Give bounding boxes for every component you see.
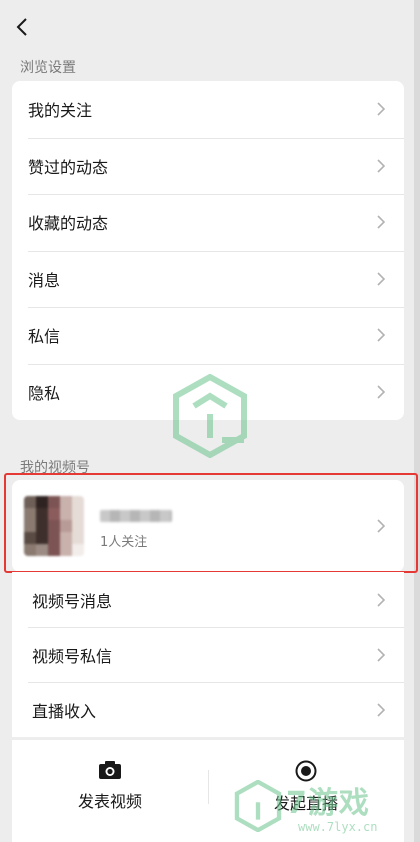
channel-profile-row[interactable]: 1人关注 [12, 480, 404, 572]
start-live-button[interactable]: 发起直播 [208, 740, 404, 842]
menu-item-label: 消息 [28, 270, 61, 290]
menu-item-channel-messages[interactable]: 视频号消息 [12, 572, 404, 627]
bottom-action-bar: 发表视频 发起直播 [12, 740, 404, 842]
chevron-right-icon [377, 385, 386, 399]
follower-count: 1人关注 [100, 535, 148, 550]
publish-video-button[interactable]: 发表视频 [12, 740, 208, 842]
avatar [24, 496, 84, 556]
menu-item-live-income[interactable]: 直播收入 [12, 682, 404, 737]
menu-item-label: 隐私 [28, 383, 61, 403]
menu-item-channel-private-messages[interactable]: 视频号私信 [12, 627, 404, 682]
channel-menu-list: 视频号消息 视频号私信 直播收入 [12, 572, 404, 737]
chevron-right-icon [377, 215, 386, 229]
menu-item-label: 直播收入 [32, 701, 97, 721]
section-title-browse-settings: 浏览设置 [20, 60, 76, 76]
chevron-right-icon [377, 519, 386, 533]
chevron-right-icon [377, 592, 386, 607]
chevron-right-icon [377, 647, 386, 662]
start-live-label: 发起直播 [273, 794, 338, 813]
menu-item-label: 赞过的动态 [28, 157, 109, 177]
menu-item-messages[interactable]: 消息 [12, 250, 404, 308]
chevron-right-icon [377, 102, 386, 116]
chevron-right-icon [377, 328, 386, 342]
camera-icon [99, 761, 121, 779]
top-bar [0, 0, 420, 52]
menu-item-liked-posts[interactable]: 赞过的动态 [12, 137, 404, 195]
menu-item-label: 我的关注 [28, 101, 93, 121]
back-arrow-icon [16, 18, 27, 36]
menu-item-label: 收藏的动态 [28, 214, 109, 234]
back-button[interactable] [10, 14, 34, 40]
menu-item-following[interactable]: 我的关注 [12, 81, 404, 138]
blurred-channel-name [100, 510, 172, 522]
menu-item-label: 私信 [28, 327, 61, 347]
menu-item-label: 视频号私信 [32, 646, 113, 666]
menu-item-private-messages[interactable]: 私信 [12, 307, 404, 364]
live-record-icon [295, 760, 317, 782]
chevron-right-icon [377, 272, 386, 286]
browse-settings-list: 我的关注 赞过的动态 收藏的动态 消息 私信 隐私 [12, 81, 404, 420]
section-title-my-channel: 我的视频号 [20, 460, 90, 476]
menu-item-label: 视频号消息 [32, 591, 113, 611]
chevron-right-icon [377, 159, 386, 173]
menu-item-privacy[interactable]: 隐私 [12, 363, 404, 421]
publish-video-label: 发表视频 [77, 792, 142, 811]
chevron-right-icon [377, 702, 386, 717]
window-edge [414, 0, 420, 842]
menu-item-saved-posts[interactable]: 收藏的动态 [12, 194, 404, 251]
